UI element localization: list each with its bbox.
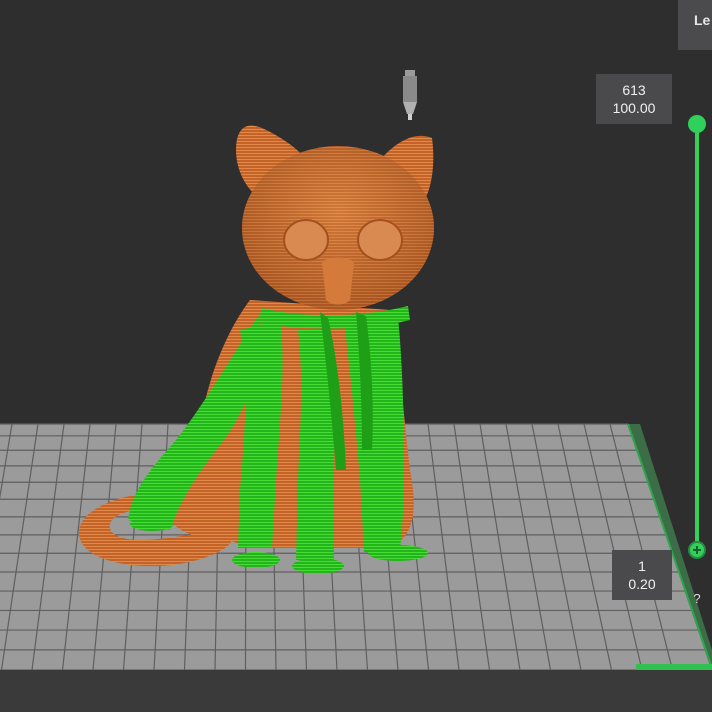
3d-viewport[interactable]: Le 613 100.00 1 0.20 ? [0, 0, 712, 712]
top-layer-label: 613 100.00 [596, 74, 672, 124]
help-icon[interactable]: ? [688, 590, 706, 608]
bottom-layer-number: 1 [638, 558, 646, 574]
top-layer-number: 613 [622, 82, 646, 98]
top-layer-height: 100.00 [612, 100, 656, 116]
nozzle-icon [403, 70, 417, 120]
bottom-layer-height: 0.20 [628, 576, 656, 592]
layer-slider-top-handle[interactable] [688, 115, 706, 133]
layer-slider-track[interactable] [695, 124, 699, 550]
layer-slider-bottom-handle[interactable] [688, 541, 706, 559]
bottom-layer-label: 1 0.20 [612, 550, 672, 600]
legend-tab[interactable]: Le [678, 0, 712, 50]
